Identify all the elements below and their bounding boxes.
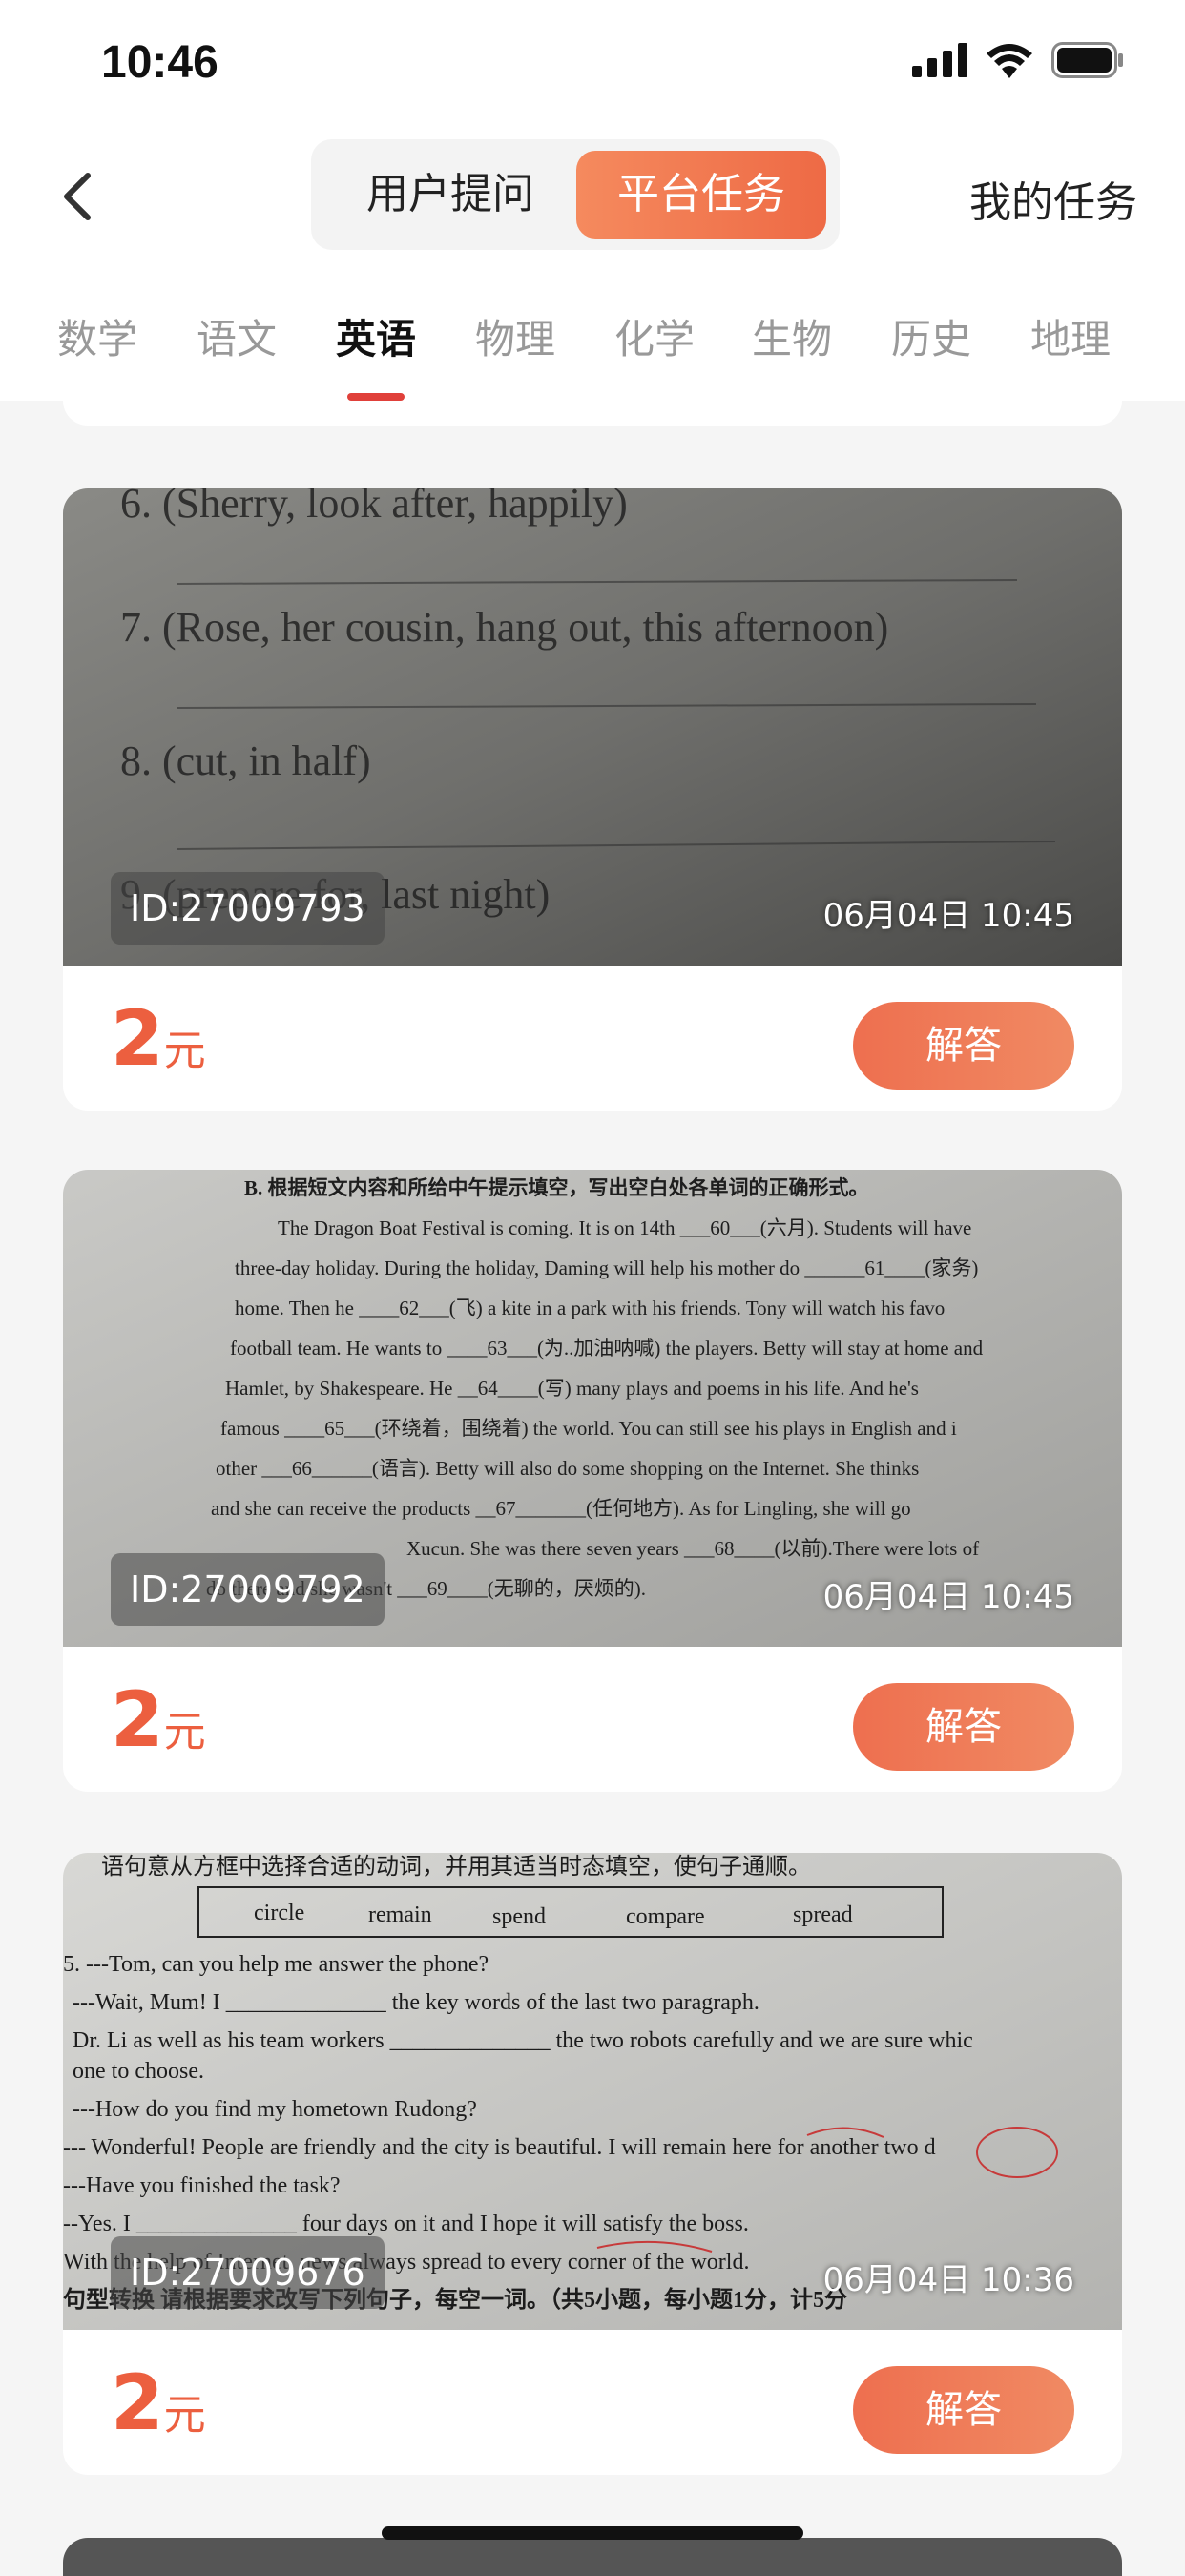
task-id-badge: ID:27009792 xyxy=(111,1553,385,1626)
task-photo[interactable]: 语句意从方框中选择合适的动词，并用其适当时态填空，使句子通顺。 circle r… xyxy=(63,1853,1122,2330)
task-photo[interactable]: 6. (Sherry, look after, happily) 7. (Ros… xyxy=(63,488,1122,966)
previous-card-edge xyxy=(63,401,1122,426)
photo-line: 8. (cut, in half) xyxy=(120,737,371,784)
box-word: remain xyxy=(368,1902,432,1927)
photo-line: ---How do you find my hometown Rudong? xyxy=(73,2097,477,2122)
tab-physics[interactable]: 物理 xyxy=(475,307,555,365)
status-bar: 10:46 xyxy=(0,0,1185,134)
price-unit: 元 xyxy=(163,1027,206,1075)
segment-user-questions[interactable]: 用户提问 xyxy=(336,151,565,239)
box-word: spread xyxy=(793,1902,853,1927)
task-price: 2元 xyxy=(111,2358,206,2447)
photo-line: 6. (Sherry, look after, happily) xyxy=(120,488,628,527)
photo-line: one to choose. xyxy=(73,2059,204,2084)
task-card[interactable]: 语句意从方框中选择合适的动词，并用其适当时态填空，使句子通顺。 circle r… xyxy=(63,1853,1122,2475)
task-id-badge: ID:27009793 xyxy=(111,872,385,945)
task-time: 06月04日 10:45 xyxy=(822,897,1074,935)
tab-english[interactable]: 英语 xyxy=(336,307,416,365)
photo-line: --- Wonderful! People are friendly and t… xyxy=(63,2135,936,2160)
photo-line: Dr. Li as well as his team workers _____… xyxy=(73,2028,973,2053)
task-card[interactable]: 6. (Sherry, look after, happily) 7. (Ros… xyxy=(63,488,1122,1111)
tab-history[interactable]: 历史 xyxy=(891,307,971,365)
price-value: 2 xyxy=(111,2358,164,2447)
segmented-control: 用户提问 平台任务 xyxy=(311,139,840,250)
back-button[interactable] xyxy=(55,162,113,229)
answer-button[interactable]: 解答 xyxy=(853,1683,1074,1771)
box-word: spend xyxy=(492,1904,546,1929)
segment-platform-tasks[interactable]: 平台任务 xyxy=(576,151,826,239)
photo-line: Xucun. She was there seven years ___68__… xyxy=(406,1537,979,1560)
task-id-badge: ID:27009676 xyxy=(111,2236,385,2309)
task-card[interactable]: B. 根据短文内容和所给中午提示填空，写出空白处各单词的正确形式。 The Dr… xyxy=(63,1170,1122,1792)
photo-line: and she can receive the products __67___… xyxy=(211,1497,911,1520)
price-value: 2 xyxy=(111,994,164,1083)
photo-line: football team. He wants to ____63___(为..… xyxy=(230,1337,984,1360)
box-word: compare xyxy=(626,1904,705,1929)
task-price: 2元 xyxy=(111,994,206,1083)
photo-line: ---Wait, Mum! I ______________ the key w… xyxy=(73,1990,759,2015)
photo-line: three-day holiday. During the holiday, D… xyxy=(235,1257,978,1279)
signal-icon xyxy=(912,43,967,81)
status-icons xyxy=(912,42,1124,82)
photo-line: other ___66______(语言). Betty will also d… xyxy=(216,1457,919,1480)
photo-line: ---Have you finished the task? xyxy=(63,2173,341,2198)
photo-line: 7. (Rose, her cousin, hang out, this aft… xyxy=(120,604,888,651)
photo-line: The Dragon Boat Festival is coming. It i… xyxy=(278,1216,971,1239)
battery-icon xyxy=(1051,42,1124,82)
answer-button[interactable]: 解答 xyxy=(853,2366,1074,2454)
next-card-edge xyxy=(63,2538,1122,2576)
task-time: 06月04日 10:36 xyxy=(822,2261,1074,2299)
subject-tabs: 数学 语文 英语 物理 化学 生物 历史 地理 xyxy=(0,258,1185,401)
price-value: 2 xyxy=(111,1675,164,1764)
status-time: 10:46 xyxy=(101,37,218,88)
answer-button[interactable]: 解答 xyxy=(853,1002,1074,1090)
photo-line: 5. ---Tom, can you help me answer the ph… xyxy=(63,1952,489,1977)
price-unit: 元 xyxy=(163,2391,206,2440)
tab-math[interactable]: 数学 xyxy=(57,307,137,365)
tab-chemistry[interactable]: 化学 xyxy=(614,307,695,365)
photo-line: B. 根据短文内容和所给中午提示填空，写出空白处各单词的正确形式。 xyxy=(244,1176,869,1199)
tab-chinese[interactable]: 语文 xyxy=(197,307,277,365)
tab-geography[interactable]: 地理 xyxy=(1030,307,1111,365)
photo-line: 语句意从方框中选择合适的动词，并用其适当时态填空，使句子通顺。 xyxy=(101,1854,811,1880)
price-unit: 元 xyxy=(163,1708,206,1756)
tab-biology[interactable]: 生物 xyxy=(752,307,832,365)
header: 用户提问 平台任务 我的任务 xyxy=(0,134,1185,258)
task-price: 2元 xyxy=(111,1675,206,1764)
chevron-left-icon xyxy=(64,173,91,220)
my-tasks-link[interactable]: 我的任务 xyxy=(969,168,1137,229)
box-word: circle xyxy=(254,1901,304,1925)
photo-line: home. Then he ____62___(飞) a kite in a p… xyxy=(235,1297,945,1319)
task-time: 06月04日 10:45 xyxy=(822,1578,1074,1616)
wifi-icon xyxy=(985,42,1034,82)
photo-line: famous ____65___(环绕着，围绕着) the world. You… xyxy=(220,1417,957,1440)
photo-line: Hamlet, by Shakespeare. He __64____(写) m… xyxy=(225,1377,919,1400)
photo-line: --Yes. I ______________ four days on it … xyxy=(63,2212,749,2236)
home-indicator[interactable] xyxy=(382,2526,803,2540)
active-tab-indicator xyxy=(347,393,405,401)
task-photo[interactable]: B. 根据短文内容和所给中午提示填空，写出空白处各单词的正确形式。 The Dr… xyxy=(63,1170,1122,1647)
